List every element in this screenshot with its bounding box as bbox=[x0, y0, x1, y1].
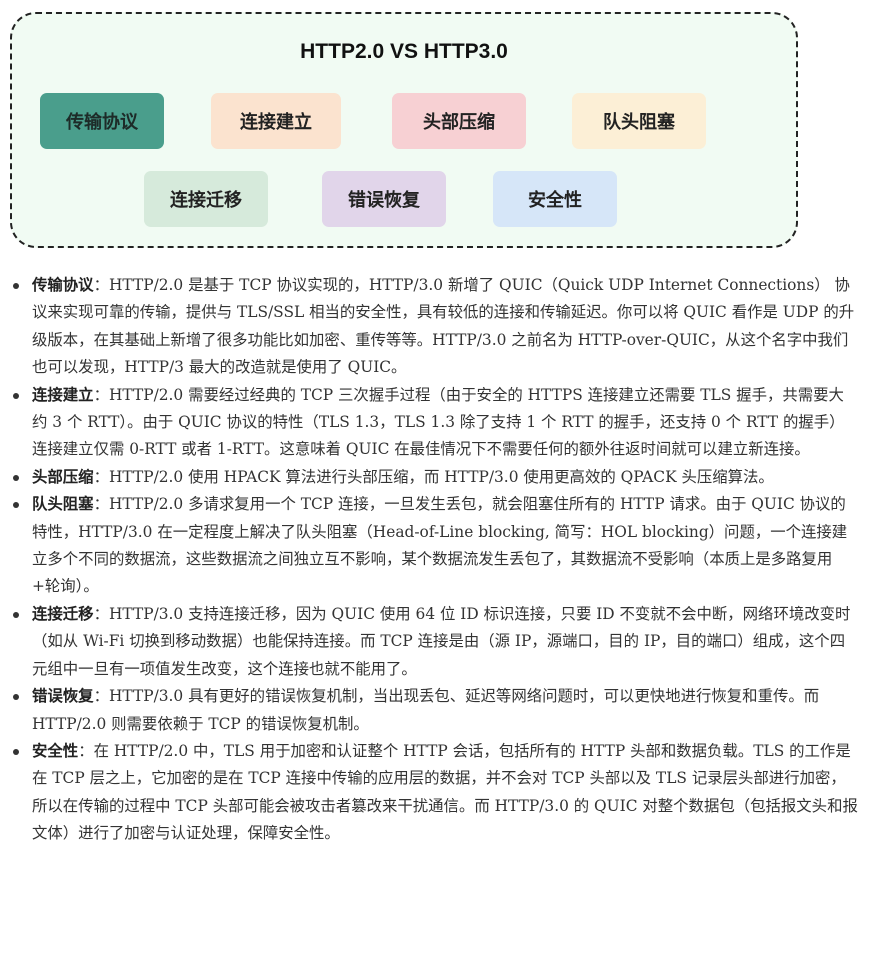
item-text: ：HTTP/3.0 支持连接迁移，因为 QUIC 使用 64 位 ID 标识连接… bbox=[32, 604, 851, 678]
box-error-recovery: 错误恢复 bbox=[322, 171, 446, 227]
list-item-error-recovery: 错误恢复：HTTP/3.0 具有更好的错误恢复机制，当出现丢包、延迟等网络问题时… bbox=[0, 683, 877, 738]
box-header-compression: 头部压缩 bbox=[392, 93, 526, 149]
item-term: 头部压缩 bbox=[32, 467, 94, 486]
list-item-header-compression: 头部压缩：HTTP/2.0 使用 HPACK 算法进行头部压缩，而 HTTP/3… bbox=[0, 464, 877, 491]
item-text: ：HTTP/2.0 多请求复用一个 TCP 连接，一旦发生丢包，就会阻塞住所有的… bbox=[32, 495, 848, 596]
box-connection-setup: 连接建立 bbox=[211, 93, 341, 149]
item-term: 传输协议 bbox=[32, 276, 94, 294]
list-item-security: 安全性：在 HTTP/2.0 中，TLS 用于加密和认证整个 HTTP 会话，包… bbox=[0, 738, 877, 848]
item-term: 连接建立 bbox=[32, 385, 94, 404]
list-item-head-of-line-blocking: 队头阻塞：HTTP/2.0 多请求复用一个 TCP 连接，一旦发生丢包，就会阻塞… bbox=[0, 491, 877, 601]
item-text: ：HTTP/2.0 是基于 TCP 协议实现的，HTTP/3.0 新增了 QUI… bbox=[32, 276, 855, 377]
box-connection-migration: 连接迁移 bbox=[144, 171, 268, 227]
item-text: ：HTTP/2.0 需要经过经典的 TCP 三次握手过程（由于安全的 HTTPS… bbox=[32, 385, 845, 459]
box-head-of-line-blocking: 队头阻塞 bbox=[572, 93, 706, 149]
comparison-diagram: HTTP2.0 VS HTTP3.0 传输协议 连接建立 头部压缩 队头阻塞 连… bbox=[10, 12, 798, 248]
list-item-connection-setup: 连接建立：HTTP/2.0 需要经过经典的 TCP 三次握手过程（由于安全的 H… bbox=[0, 382, 877, 464]
item-term: 队头阻塞 bbox=[32, 495, 94, 514]
box-transport-protocol: 传输协议 bbox=[40, 93, 164, 149]
diagram-title: HTTP2.0 VS HTTP3.0 bbox=[300, 40, 508, 63]
comparison-list: 传输协议：HTTP/2.0 是基于 TCP 协议实现的，HTTP/3.0 新增了… bbox=[0, 272, 877, 848]
box-security: 安全性 bbox=[493, 171, 617, 227]
item-text: ：HTTP/3.0 具有更好的错误恢复机制，当出现丢包、延迟等网络问题时，可以更… bbox=[32, 687, 820, 733]
item-term: 错误恢复 bbox=[32, 687, 94, 706]
item-text: ：HTTP/2.0 使用 HPACK 算法进行头部压缩，而 HTTP/3.0 使… bbox=[93, 467, 774, 486]
list-item-transport-protocol: 传输协议：HTTP/2.0 是基于 TCP 协议实现的，HTTP/3.0 新增了… bbox=[0, 272, 877, 382]
item-term: 安全性 bbox=[32, 741, 79, 760]
list-item-connection-migration: 连接迁移：HTTP/3.0 支持连接迁移，因为 QUIC 使用 64 位 ID … bbox=[0, 601, 877, 683]
item-term: 连接迁移 bbox=[32, 604, 94, 623]
item-text: ：在 HTTP/2.0 中，TLS 用于加密和认证整个 HTTP 会话，包括所有… bbox=[32, 741, 858, 843]
